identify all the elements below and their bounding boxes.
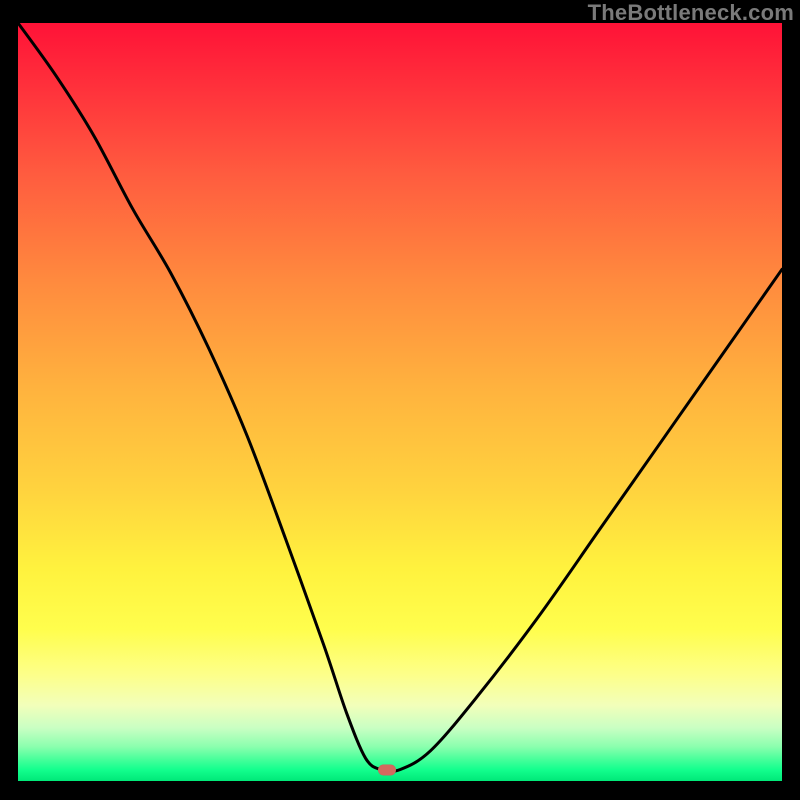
chart-frame: TheBottleneck.com	[0, 0, 800, 800]
watermark-text: TheBottleneck.com	[588, 0, 794, 26]
curve-path	[18, 23, 782, 772]
plot-area	[18, 23, 782, 781]
bottleneck-curve	[18, 23, 782, 781]
optimal-point-marker	[378, 764, 396, 775]
